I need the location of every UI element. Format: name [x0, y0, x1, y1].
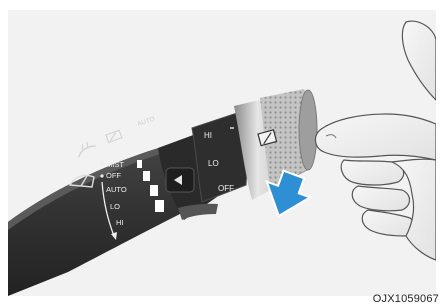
mist-button [165, 167, 195, 193]
knob-label-hi: HI [204, 131, 212, 140]
hand-icon [314, 20, 436, 261]
rear-wiper-icon [105, 129, 123, 144]
stalk-label-lo: LO [110, 202, 120, 211]
figure-code: OJX1059067 [372, 293, 439, 305]
knob-label-off: OFF [218, 184, 234, 193]
illustration-figure: AUTO MIST OFF AUTO LO HI HI LO OFF OJX10… [0, 0, 443, 305]
stalk-label-auto-top: AUTO [136, 116, 155, 128]
knob-label-lo: LO [208, 159, 219, 168]
illustration-panel: AUTO MIST OFF AUTO LO HI HI LO OFF [8, 10, 436, 296]
stalk-label-off: OFF [106, 171, 121, 180]
stalk-label-auto: AUTO [106, 185, 127, 194]
washer-icon [78, 141, 96, 158]
stalk-label-mist: MIST [106, 160, 124, 169]
stalk-label-hi: HI [116, 218, 124, 227]
wiper-stalk-drawing: AUTO MIST OFF AUTO LO HI HI LO OFF [8, 20, 436, 296]
